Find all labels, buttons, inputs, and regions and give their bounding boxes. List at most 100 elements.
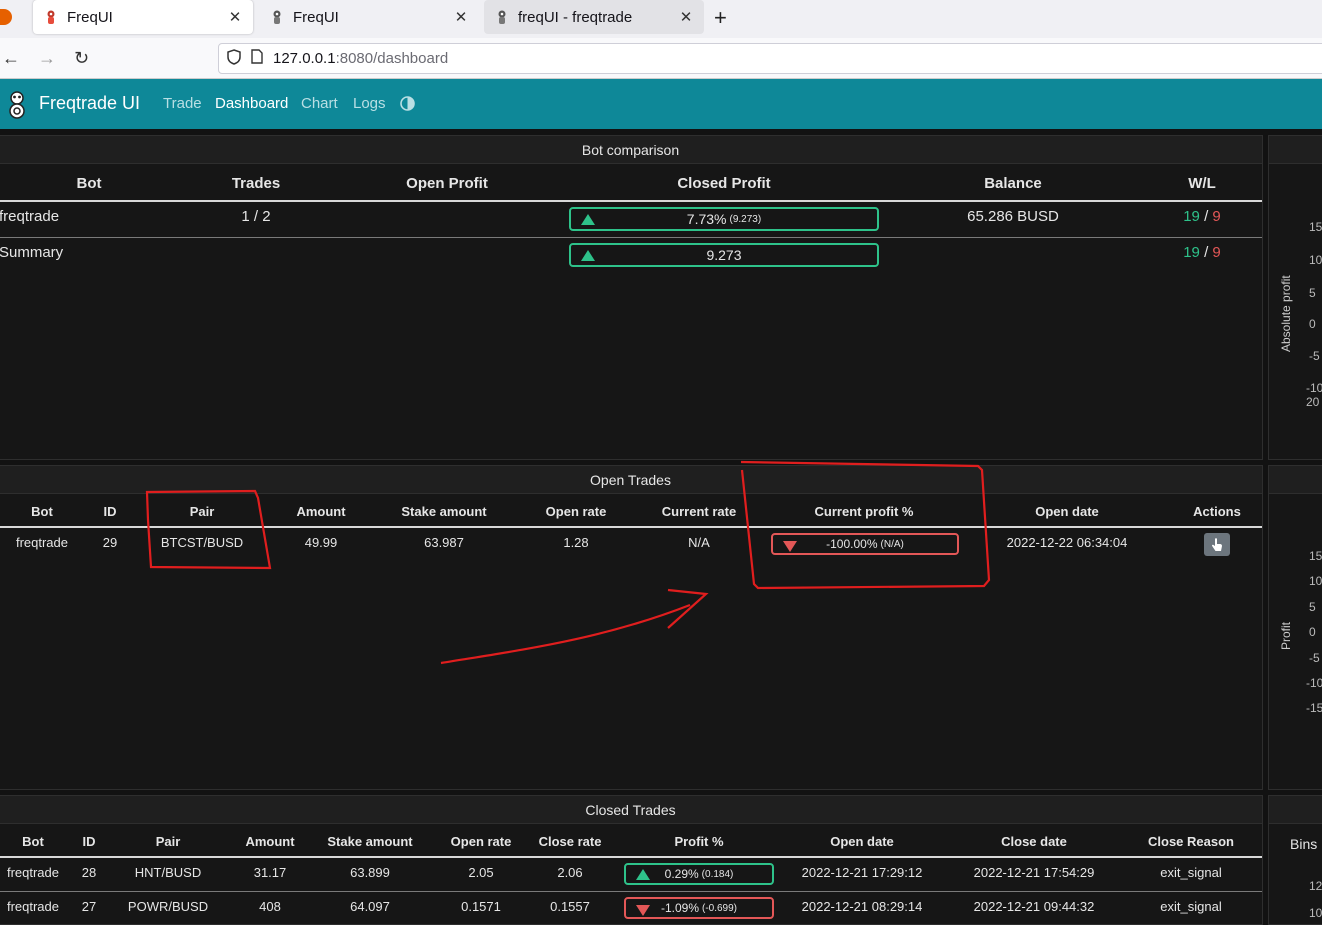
nav-chart[interactable]: Chart — [301, 95, 338, 112]
col-header-stake-amount[interactable]: Stake amount — [310, 834, 430, 849]
bins-label: Bins — [1290, 836, 1318, 852]
col-header-balance[interactable]: Balance — [963, 175, 1063, 192]
freqtrade-logo-icon[interactable] — [5, 90, 29, 125]
col-header-closed-profit[interactable]: Closed Profit — [659, 175, 789, 192]
hand-pointer-icon — [1212, 537, 1222, 551]
wl-separator: / — [1204, 208, 1209, 225]
close-tab-icon[interactable]: ✕ — [674, 8, 698, 26]
cell-close-date: 2022-12-21 09:44:32 — [973, 899, 1095, 914]
header-divider — [0, 856, 1262, 858]
actions-button[interactable] — [1204, 533, 1230, 556]
col-header-bot[interactable]: Bot — [12, 504, 72, 519]
y-tick: 0 — [1309, 625, 1316, 639]
y-tick: 10 — [1309, 574, 1322, 588]
y-tick: 15 — [1309, 549, 1322, 563]
y-tick: -15 — [1306, 701, 1322, 715]
new-tab-button[interactable]: + — [714, 5, 727, 31]
url-host: 127.0.0.1 — [273, 50, 336, 67]
y-tick: -10 — [1306, 381, 1322, 395]
col-header-actions[interactable]: Actions — [1187, 504, 1247, 519]
panel-title — [1269, 136, 1322, 164]
col-header-pair[interactable]: Pair — [133, 834, 203, 849]
bot-comparison-panel: Bot comparison Bot Trades Open Profit Cl… — [0, 135, 1263, 460]
col-header-id[interactable]: ID — [69, 834, 109, 849]
reload-icon[interactable]: ↻ — [74, 48, 89, 69]
close-tab-icon[interactable]: ✕ — [449, 8, 473, 26]
col-header-bot[interactable]: Bot — [3, 834, 63, 849]
cell-open-rate: 1.28 — [563, 535, 589, 550]
col-header-id[interactable]: ID — [90, 504, 130, 519]
tab-frequi-freqtrade[interactable]: freqUI - freqtrade ✕ — [484, 0, 704, 34]
cell-balance: 65.286 BUSD — [967, 208, 1059, 225]
col-header-open-rate[interactable]: Open rate — [531, 504, 621, 519]
col-header-open-date[interactable]: Open date — [1012, 504, 1122, 519]
y-tick: -10 — [1306, 676, 1322, 690]
cell-close-rate: 0.1557 — [550, 899, 590, 914]
losses-count: 9 — [1212, 244, 1221, 261]
tab-title: FreqUI — [293, 8, 339, 26]
col-header-trades[interactable]: Trades — [216, 175, 296, 192]
col-header-current-rate[interactable]: Current rate — [649, 504, 749, 519]
cell-pair: BTCST/BUSD — [160, 535, 244, 550]
col-header-amount[interactable]: Amount — [281, 504, 361, 519]
nav-trade[interactable]: Trade — [163, 95, 202, 112]
col-header-current-profit[interactable]: Current profit % — [799, 504, 929, 519]
tab-frequi-2[interactable]: FreqUI ✕ — [259, 0, 479, 34]
forward-arrow-icon[interactable]: → — [38, 48, 56, 69]
arrow-down-icon — [636, 905, 650, 916]
profit-chart-panel: Profit 15 10 5 0 -5 -10 -15 — [1268, 465, 1322, 790]
cumulative-profit-panel: Absolute profit 15 10 5 0 -5 -10 20 — [1268, 135, 1322, 460]
cell-stake: 63.987 — [424, 535, 464, 550]
col-header-close-date[interactable]: Close date — [979, 834, 1089, 849]
col-header-profit[interactable]: Profit % — [659, 834, 739, 849]
cell-pair: HNT/BUSD — [134, 865, 202, 880]
back-arrow-icon[interactable]: ← — [2, 48, 20, 69]
browser-chrome: FreqUI ✕ FreqUI ✕ freqUI - freqtrade ✕ +… — [0, 0, 1322, 79]
tab-title: freqUI - freqtrade — [518, 8, 633, 26]
cell-amount: 49.99 — [304, 535, 338, 550]
wins-count: 19 — [1183, 244, 1200, 261]
close-tab-icon[interactable]: ✕ — [223, 8, 247, 26]
cell-trades: 1 / 2 — [241, 208, 271, 225]
cell-wl: 19 / 9 — [1172, 244, 1232, 261]
closed-profit-abs: (9.273) — [729, 213, 762, 225]
y-tick: 10 — [1309, 253, 1322, 267]
col-header-open-profit[interactable]: Open Profit — [387, 175, 507, 192]
closed-profit-badge: 9.273 — [569, 243, 879, 267]
cell-close-date: 2022-12-21 17:54:29 — [973, 865, 1095, 880]
nav-dashboard[interactable]: Dashboard — [215, 95, 288, 112]
tab-frequi-1[interactable]: FreqUI ✕ — [33, 0, 253, 34]
col-header-open-rate[interactable]: Open rate — [436, 834, 526, 849]
y-tick: 5 — [1309, 600, 1316, 614]
browser-navbar: ← → ↻ 127.0.0.1 :8080/dashboard — [0, 38, 1322, 79]
shield-icon[interactable] — [227, 48, 241, 69]
profit-badge: 0.29% (0.184) — [624, 863, 774, 885]
cell-bot: Summary — [0, 244, 64, 261]
col-header-pair[interactable]: Pair — [167, 504, 237, 519]
col-header-close-rate[interactable]: Close rate — [525, 834, 615, 849]
cell-open-rate: 2.05 — [468, 865, 494, 880]
theme-toggle-icon[interactable] — [400, 96, 415, 116]
y-tick: -5 — [1309, 349, 1320, 363]
closed-profit-badge: 7.73% (9.273) — [569, 207, 879, 231]
col-header-bot[interactable]: Bot — [59, 175, 119, 192]
cell-open-rate: 0.1571 — [461, 899, 501, 914]
x-tick: 20 — [1306, 395, 1320, 409]
nav-logs[interactable]: Logs — [353, 95, 386, 112]
col-header-open-date[interactable]: Open date — [807, 834, 917, 849]
firefox-menu-icon[interactable] — [0, 9, 12, 25]
col-header-stake-amount[interactable]: Stake amount — [384, 504, 504, 519]
url-path: :8080/dashboard — [335, 50, 449, 67]
col-header-wl[interactable]: W/L — [1172, 175, 1232, 192]
profit-badge: -1.09% (-0.699) — [624, 897, 774, 919]
panel-title: Open Trades — [0, 466, 1262, 494]
current-profit-pct: -100.00% — [826, 537, 878, 551]
cell-stake: 64.097 — [350, 899, 390, 914]
profit-distribution-panel: Bins 12 10 — [1268, 795, 1322, 925]
col-header-amount[interactable]: Amount — [230, 834, 310, 849]
app-brand[interactable]: Freqtrade UI — [39, 93, 140, 114]
col-header-close-reason[interactable]: Close Reason — [1136, 834, 1246, 849]
page-icon[interactable] — [251, 49, 263, 68]
cell-id: 29 — [102, 535, 118, 550]
url-bar[interactable]: 127.0.0.1 :8080/dashboard — [218, 43, 1322, 74]
